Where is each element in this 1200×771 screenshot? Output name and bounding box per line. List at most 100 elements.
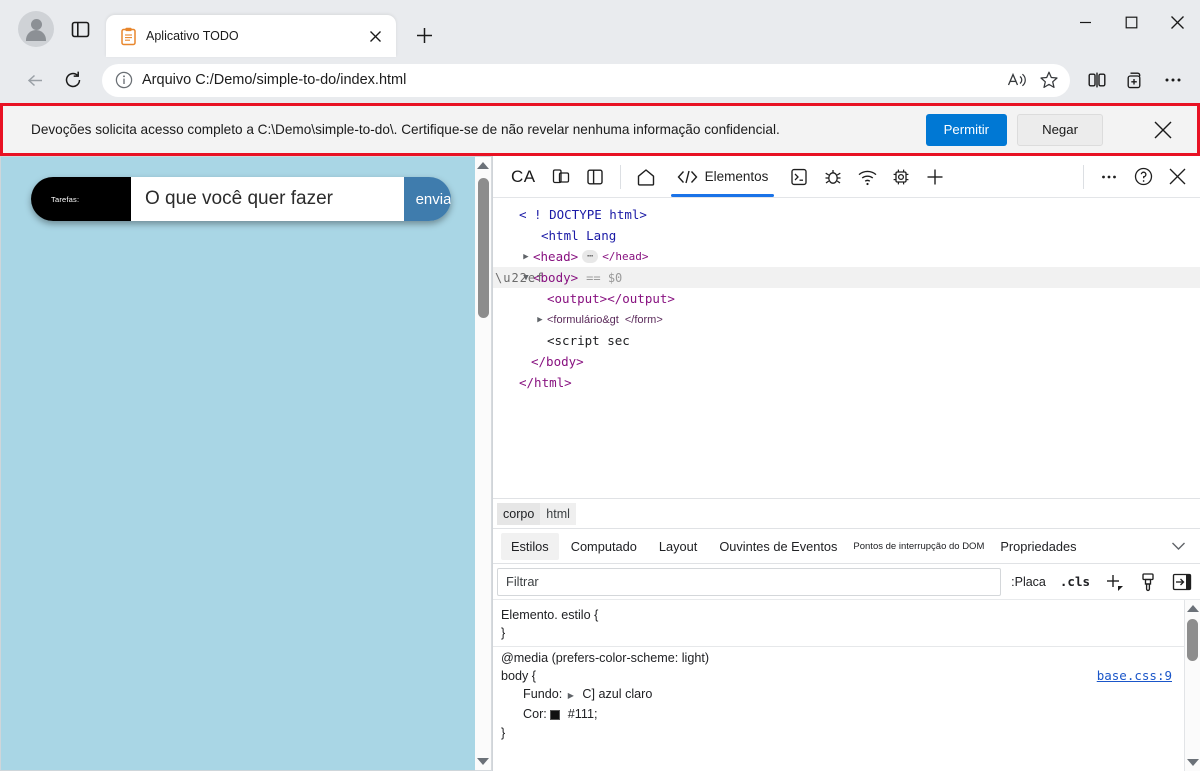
dom-row-selected[interactable]: \u22ef ▼ <body> == $0: [493, 267, 1200, 288]
scrollbar-track[interactable]: [1184, 617, 1200, 754]
devtools-help-button[interactable]: [1126, 160, 1160, 194]
dom-row[interactable]: </html>: [493, 372, 1200, 393]
hover-state-button[interactable]: :Placa: [1007, 575, 1050, 589]
page-vertical-scrollbar[interactable]: [475, 156, 492, 771]
device-toggle-button[interactable]: [544, 160, 578, 194]
declaration-value: #111;: [567, 707, 598, 721]
devtools-brand: CA: [511, 166, 536, 186]
todo-input[interactable]: [131, 177, 404, 221]
todo-submit-button[interactable]: enviar: [404, 177, 451, 221]
twisty-form[interactable]: ▶: [533, 315, 547, 325]
dom-row[interactable]: ▶ <formulário&gt </form>: [493, 309, 1200, 330]
styles-filter-input[interactable]: [497, 567, 1002, 596]
tab-pontos-de-interrupcao-do-dom[interactable]: Pontos de interrupção do DOM: [849, 535, 988, 558]
class-toggle-button[interactable]: .cls: [1056, 574, 1094, 589]
site-info-icon[interactable]: [114, 70, 134, 90]
tab-computado[interactable]: Computado: [561, 533, 647, 560]
dom-tree[interactable]: < ! DOCTYPE html> <html Lang ▶ <head> ⋯ …: [493, 198, 1200, 498]
dom-row[interactable]: <script sec: [493, 330, 1200, 351]
css-rules-list: Elemento. estilo { } @media (prefers-col…: [493, 600, 1184, 771]
breadcrumb-item-html[interactable]: html: [540, 502, 576, 525]
scroll-down-button[interactable]: [475, 753, 492, 770]
selected-node-marker: == $0: [586, 270, 623, 285]
color-swatch[interactable]: [550, 709, 561, 720]
dom-row[interactable]: <output></output>: [493, 288, 1200, 309]
todo-form: Tarefas: enviar: [31, 177, 451, 221]
dom-node-html-close: </html>: [519, 375, 572, 390]
maximize-button[interactable]: [1108, 0, 1154, 44]
scroll-up-button[interactable]: [1184, 600, 1200, 617]
css-rule-element-style[interactable]: Elemento. estilo { }: [493, 604, 1184, 646]
close-window-button[interactable]: [1154, 0, 1200, 44]
dom-node-html: <html Lang: [541, 228, 617, 243]
tab-layout[interactable]: Layout: [649, 533, 707, 560]
breadcrumb-item-body[interactable]: corpo: [497, 502, 541, 525]
collections-button[interactable]: [1118, 63, 1152, 97]
dom-node-body-close: </body>: [531, 354, 584, 369]
new-style-rule-button[interactable]: [1100, 569, 1128, 595]
devtools-more-button[interactable]: [1092, 160, 1126, 194]
styles-vertical-scrollbar[interactable]: [1184, 600, 1200, 771]
bug-icon: [825, 169, 842, 184]
css-declaration-color[interactable]: Cor: #111;: [501, 705, 1174, 724]
tab-ouvintes-de-eventos[interactable]: Ouvintes de Eventos: [709, 533, 847, 560]
reload-button[interactable]: [56, 63, 90, 97]
split-screen-button[interactable]: [1080, 63, 1114, 97]
scroll-up-button[interactable]: [475, 157, 492, 174]
rule-closing-brace: }: [501, 726, 506, 740]
deny-button[interactable]: Negar: [1017, 113, 1103, 146]
add-panel-button[interactable]: [918, 160, 952, 194]
tab-actions-button[interactable]: [64, 13, 96, 45]
add-rule-icon: [1107, 574, 1123, 591]
console-button[interactable]: [782, 160, 816, 194]
styles-tabs-overflow-button[interactable]: [1157, 541, 1200, 551]
devtools-close-button[interactable]: [1160, 160, 1194, 194]
web-page-pane: Tarefas: enviar: [0, 156, 492, 771]
declaration-property: Fundo:: [523, 687, 563, 701]
dock-side-button[interactable]: [578, 160, 612, 194]
dom-row[interactable]: <html Lang: [493, 225, 1200, 246]
stylesheet-source-link[interactable]: base.css:9: [1097, 668, 1172, 683]
allow-button[interactable]: Permitir: [925, 113, 1008, 146]
vertical-tabs-icon: [71, 21, 89, 37]
devtools-panel: CA Elementos < ! DOCTYPE html> <html Lan…: [492, 156, 1200, 771]
dom-row[interactable]: ▶ <head> ⋯ </head>: [493, 246, 1200, 267]
address-bar[interactable]: Arquivo C:/Demo/simple-to-do/index.html: [102, 63, 1070, 97]
debugger-button[interactable]: [816, 160, 850, 194]
expand-color-icon[interactable]: ▶: [568, 691, 574, 700]
tab-propriedades[interactable]: Propriedades: [990, 533, 1086, 560]
dom-row[interactable]: </body>: [493, 351, 1200, 372]
new-tab-button[interactable]: [408, 19, 440, 51]
browser-settings-button[interactable]: [1156, 63, 1190, 97]
scrollbar-track[interactable]: [475, 174, 492, 753]
css-declaration-background[interactable]: Fundo: ▶ C] azul claro: [501, 685, 1174, 705]
navigation-bar: Arquivo C:/Demo/simple-to-do/index.html: [0, 57, 1200, 103]
close-icon: [1154, 121, 1172, 138]
computed-styles-brush-button[interactable]: [1134, 569, 1162, 595]
read-aloud-button[interactable]: [1002, 66, 1032, 94]
network-button[interactable]: [850, 160, 884, 194]
css-rule-body[interactable]: @media (prefers-color-scheme: light) bod…: [493, 646, 1184, 746]
tab-elementos[interactable]: Elementos: [662, 156, 783, 197]
sidebar-toggle-icon: [1172, 573, 1192, 590]
dom-row[interactable]: < ! DOCTYPE html>: [493, 204, 1200, 225]
browser-tab[interactable]: Aplicativo TODO: [106, 15, 396, 57]
devtools-home-button[interactable]: [629, 160, 663, 194]
collapsed-children-badge[interactable]: ⋯: [582, 250, 599, 263]
dom-node-head: <head>: [533, 249, 579, 264]
tab-close-button[interactable]: [364, 25, 386, 47]
scroll-down-button[interactable]: [1184, 754, 1200, 771]
scrollbar-thumb[interactable]: [477, 178, 489, 318]
tab-estilos[interactable]: Estilos: [501, 532, 559, 560]
node-menu-icon[interactable]: \u22ef: [495, 271, 544, 285]
chevron-down-icon: [477, 758, 489, 765]
back-button[interactable]: [18, 63, 52, 97]
toggle-sidebar-button[interactable]: [1168, 569, 1196, 595]
scrollbar-thumb[interactable]: [1186, 619, 1198, 661]
profile-button[interactable]: [18, 11, 54, 47]
minimize-button[interactable]: [1062, 0, 1108, 44]
favorite-button[interactable]: [1034, 66, 1064, 94]
dismiss-notification-button[interactable]: [1141, 110, 1185, 150]
memory-button[interactable]: [884, 160, 918, 194]
twisty-head[interactable]: ▶: [519, 252, 533, 262]
